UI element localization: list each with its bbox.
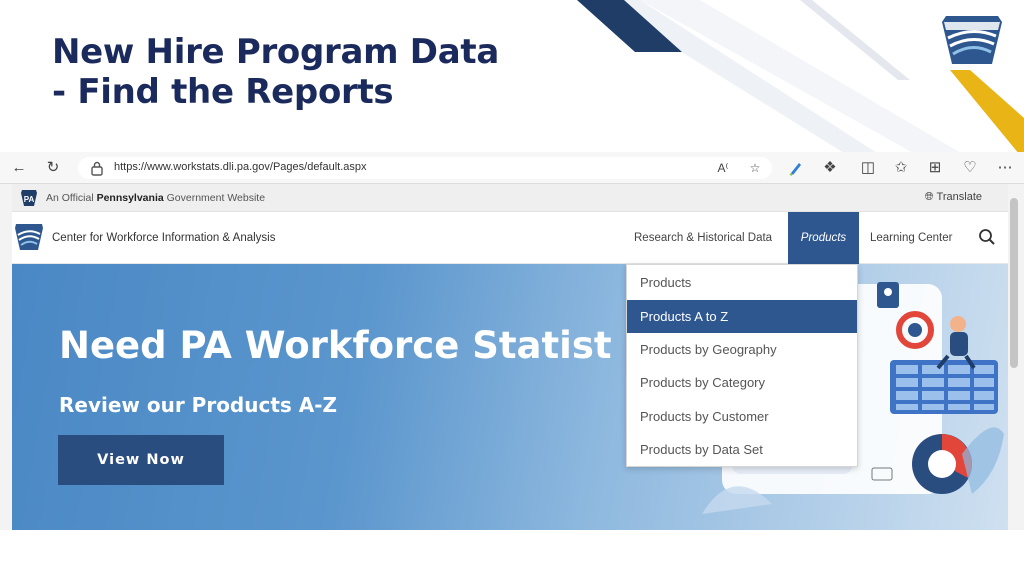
slide-footer [0, 530, 1024, 576]
search-icon[interactable] [978, 228, 996, 246]
address-bar[interactable]: https://www.workstats.dli.pa.gov/Pages/d… [78, 157, 772, 179]
back-arrow-icon[interactable]: ← [10, 159, 28, 177]
extensions-icon[interactable]: ❖ [821, 159, 839, 177]
site-header: Center for Workforce Information & Analy… [12, 212, 1008, 264]
hero-banner: Need PA Workforce Statist Review our Pro… [12, 264, 1008, 530]
view-now-button[interactable]: View Now [58, 435, 224, 485]
split-screen-icon[interactable]: ◫ [859, 159, 877, 177]
slide-title-line-2: - Find the Reports [52, 72, 394, 112]
dropdown-item-products-by-geography[interactable]: Products by Geography [627, 333, 857, 366]
web-page: PA An Official Pennsylvania Government W… [12, 184, 1008, 530]
nav-products[interactable]: Products [788, 212, 859, 264]
slide-title-line-1: New Hire Program Data [52, 32, 499, 72]
page-scrollbar[interactable] [1010, 198, 1018, 368]
dropdown-item-products-a-to-z[interactable]: Products A to Z [627, 300, 857, 333]
dropdown-item-products-by-customer[interactable]: Products by Customer [627, 400, 857, 433]
official-prefix: An Official [46, 192, 97, 204]
nav-learning-center[interactable]: Learning Center [870, 212, 952, 264]
translate-label: Translate [936, 191, 982, 203]
pen-icon[interactable] [787, 159, 805, 177]
translate-link[interactable]: 🌐︎ Translate [925, 191, 982, 204]
official-suffix: Government Website [163, 192, 266, 204]
lock-icon [91, 161, 103, 176]
url-text: https://www.workstats.dli.pa.gov/Pages/d… [114, 161, 367, 173]
read-aloud-icon[interactable]: A⁽ [714, 160, 732, 176]
products-dropdown-menu: Products Products A to Z Products by Geo… [626, 264, 858, 467]
performance-icon[interactable]: ♡ [961, 159, 979, 177]
site-name[interactable]: Center for Workforce Information & Analy… [52, 232, 276, 244]
cwia-logo-icon[interactable] [14, 222, 44, 252]
browser-screenshot: ← ↻ https://www.workstats.dli.pa.gov/Pag… [0, 152, 1024, 530]
globe-icon: 🌐︎ [924, 191, 934, 203]
official-government-bar: PA An Official Pennsylvania Government W… [12, 184, 1008, 212]
collections-icon[interactable]: ⊞ [926, 159, 944, 177]
nav-research-historical-data[interactable]: Research & Historical Data [634, 212, 772, 264]
dropdown-item-products-by-data-set[interactable]: Products by Data Set [627, 433, 857, 466]
hero-subtitle: Review our Products A-Z [59, 393, 338, 417]
dropdown-item-products-by-category[interactable]: Products by Category [627, 366, 857, 399]
keystone-logo-icon [942, 16, 1002, 64]
dropdown-item-products[interactable]: Products [627, 266, 857, 299]
official-state: Pennsylvania [96, 192, 164, 204]
slide-title: New Hire Program Data - Find the Reports [52, 32, 572, 112]
hero-title: Need PA Workforce Statist [59, 324, 612, 367]
more-icon[interactable]: ⋯ [996, 159, 1014, 177]
refresh-icon[interactable]: ↻ [44, 159, 62, 177]
favorite-star-icon[interactable]: ☆ [746, 160, 764, 176]
favorites-icon[interactable]: ✩ [892, 159, 910, 177]
pa-badge-text: PA [24, 195, 35, 204]
pa-badge-icon: PA [21, 190, 37, 206]
browser-toolbar: ← ↻ https://www.workstats.dli.pa.gov/Pag… [0, 152, 1024, 184]
official-website-text: An Official Pennsylvania Government Webs… [46, 192, 265, 204]
